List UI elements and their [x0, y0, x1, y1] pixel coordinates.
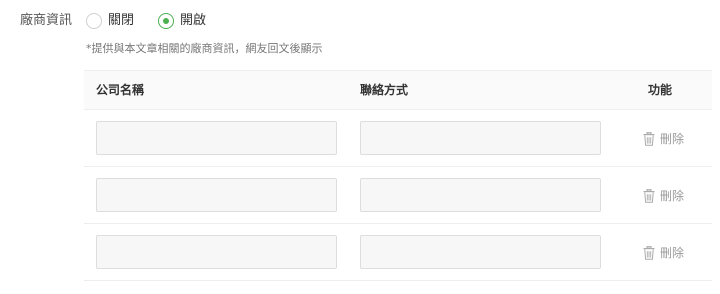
delete-label: 刪除: [659, 189, 684, 203]
table-row: 刪除: [84, 224, 712, 281]
trash-icon: [643, 245, 655, 260]
vendor-table-header: 公司名稱 聯絡方式 功能: [84, 70, 712, 110]
column-header-contact: 聯絡方式: [360, 83, 409, 97]
company-name-input[interactable]: [96, 235, 337, 269]
vendor-info-radio-group: 關閉 開啟: [86, 11, 206, 31]
table-row: 刪除: [84, 167, 712, 224]
radio-off[interactable]: 關閉: [86, 12, 134, 30]
column-header-company: 公司名稱: [96, 83, 145, 97]
delete-label: 刪除: [659, 246, 684, 260]
column-header-action: 功能: [647, 83, 672, 97]
company-name-input[interactable]: [96, 121, 337, 155]
radio-on-circle[interactable]: [158, 13, 175, 29]
vendor-table: 公司名稱 聯絡方式 功能 刪除 刪除 刪除: [84, 70, 712, 281]
delete-button[interactable]: 刪除: [643, 167, 684, 224]
vendor-info-hint: *提供與本文章相關的廠商資訊，網友回文後顯示: [86, 42, 323, 55]
trash-icon: [643, 131, 655, 146]
delete-button[interactable]: 刪除: [643, 224, 684, 281]
radio-off-label: 關閉: [108, 13, 135, 28]
radio-off-circle[interactable]: [86, 13, 102, 29]
radio-on-label: 開啟: [180, 13, 207, 28]
contact-info-input[interactable]: [360, 178, 601, 212]
vendor-info-label: 廠商資訊: [20, 13, 73, 28]
delete-label: 刪除: [659, 132, 684, 146]
trash-icon: [643, 188, 655, 203]
company-name-input[interactable]: [96, 178, 337, 212]
delete-button[interactable]: 刪除: [643, 110, 684, 167]
table-row: 刪除: [84, 110, 712, 167]
contact-info-input[interactable]: [360, 235, 601, 269]
contact-info-input[interactable]: [360, 121, 601, 155]
radio-on[interactable]: 開啟: [158, 12, 206, 30]
